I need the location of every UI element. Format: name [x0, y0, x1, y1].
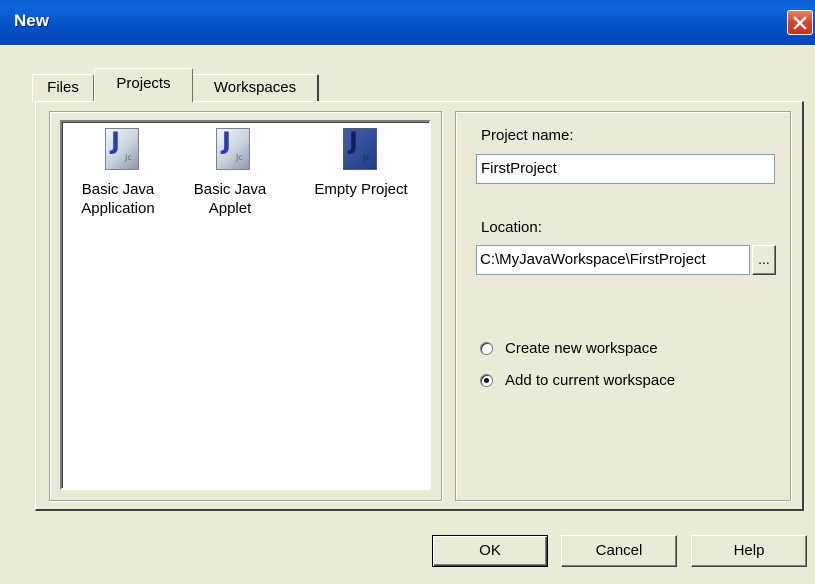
close-button[interactable] — [787, 10, 813, 35]
cancel-button-label: Cancel — [595, 542, 643, 559]
help-button[interactable]: Help — [691, 535, 807, 567]
java-project-icon: J Jc — [105, 127, 139, 170]
java-project-icon: J Jc — [343, 127, 377, 170]
project-name-label: Project name: — [481, 127, 574, 144]
location-value: C:\MyJavaWorkspace\FirstProject — [480, 251, 706, 268]
tab-files[interactable]: Files — [32, 74, 94, 102]
tab-files-label: Files — [47, 79, 79, 96]
radio-button[interactable] — [480, 342, 493, 355]
new-dialog: New Files Projects Workspaces J Jc Basic … — [0, 0, 815, 584]
project-name-input[interactable]: FirstProject — [476, 154, 775, 184]
project-name-value: FirstProject — [481, 160, 557, 177]
list-item-label-line1: Basic Java — [193, 181, 267, 198]
browse-button[interactable]: ... — [752, 245, 776, 275]
close-icon — [793, 16, 807, 30]
list-item-label-line1: Basic Java — [81, 181, 155, 198]
tab-workspaces[interactable]: Workspaces — [192, 74, 319, 102]
radio-create-label: Create new workspace — [505, 340, 658, 357]
ok-button[interactable]: OK — [432, 535, 548, 567]
location-label-text: Location: — [481, 219, 542, 236]
help-button-label: Help — [733, 542, 765, 559]
browse-button-label: ... — [758, 251, 770, 267]
dialog-title: New — [14, 11, 49, 30]
list-item-label-line1: Empty Project — [314, 181, 408, 198]
radio-add-label: Add to current workspace — [505, 372, 676, 389]
location-input[interactable]: C:\MyJavaWorkspace\FirstProject — [476, 245, 750, 275]
tab-workspaces-label: Workspaces — [213, 79, 297, 96]
list-item-label: Empty Project — [305, 180, 417, 199]
project-name-label-text: Project name: — [481, 127, 574, 144]
project-type-list[interactable]: J Jc Basic Java Application J Jc Basic Jav… — [60, 120, 431, 490]
tab-projects-label: Projects — [116, 75, 171, 92]
list-item-label: Basic Java Applet — [187, 180, 273, 218]
radio-dot — [484, 378, 489, 383]
tab-projects[interactable]: Projects — [94, 68, 193, 102]
list-item-label-line2: Applet — [208, 200, 252, 217]
java-project-icon: J Jc — [216, 127, 250, 170]
title-bar[interactable]: New — [0, 0, 815, 45]
list-item-label: Basic Java Application — [70, 180, 166, 218]
ok-button-label: OK — [479, 542, 501, 559]
location-label: Location: — [481, 219, 542, 236]
cancel-button[interactable]: Cancel — [561, 535, 677, 567]
radio-button-checked[interactable] — [480, 374, 493, 387]
list-item-label-line2: Application — [81, 200, 155, 217]
